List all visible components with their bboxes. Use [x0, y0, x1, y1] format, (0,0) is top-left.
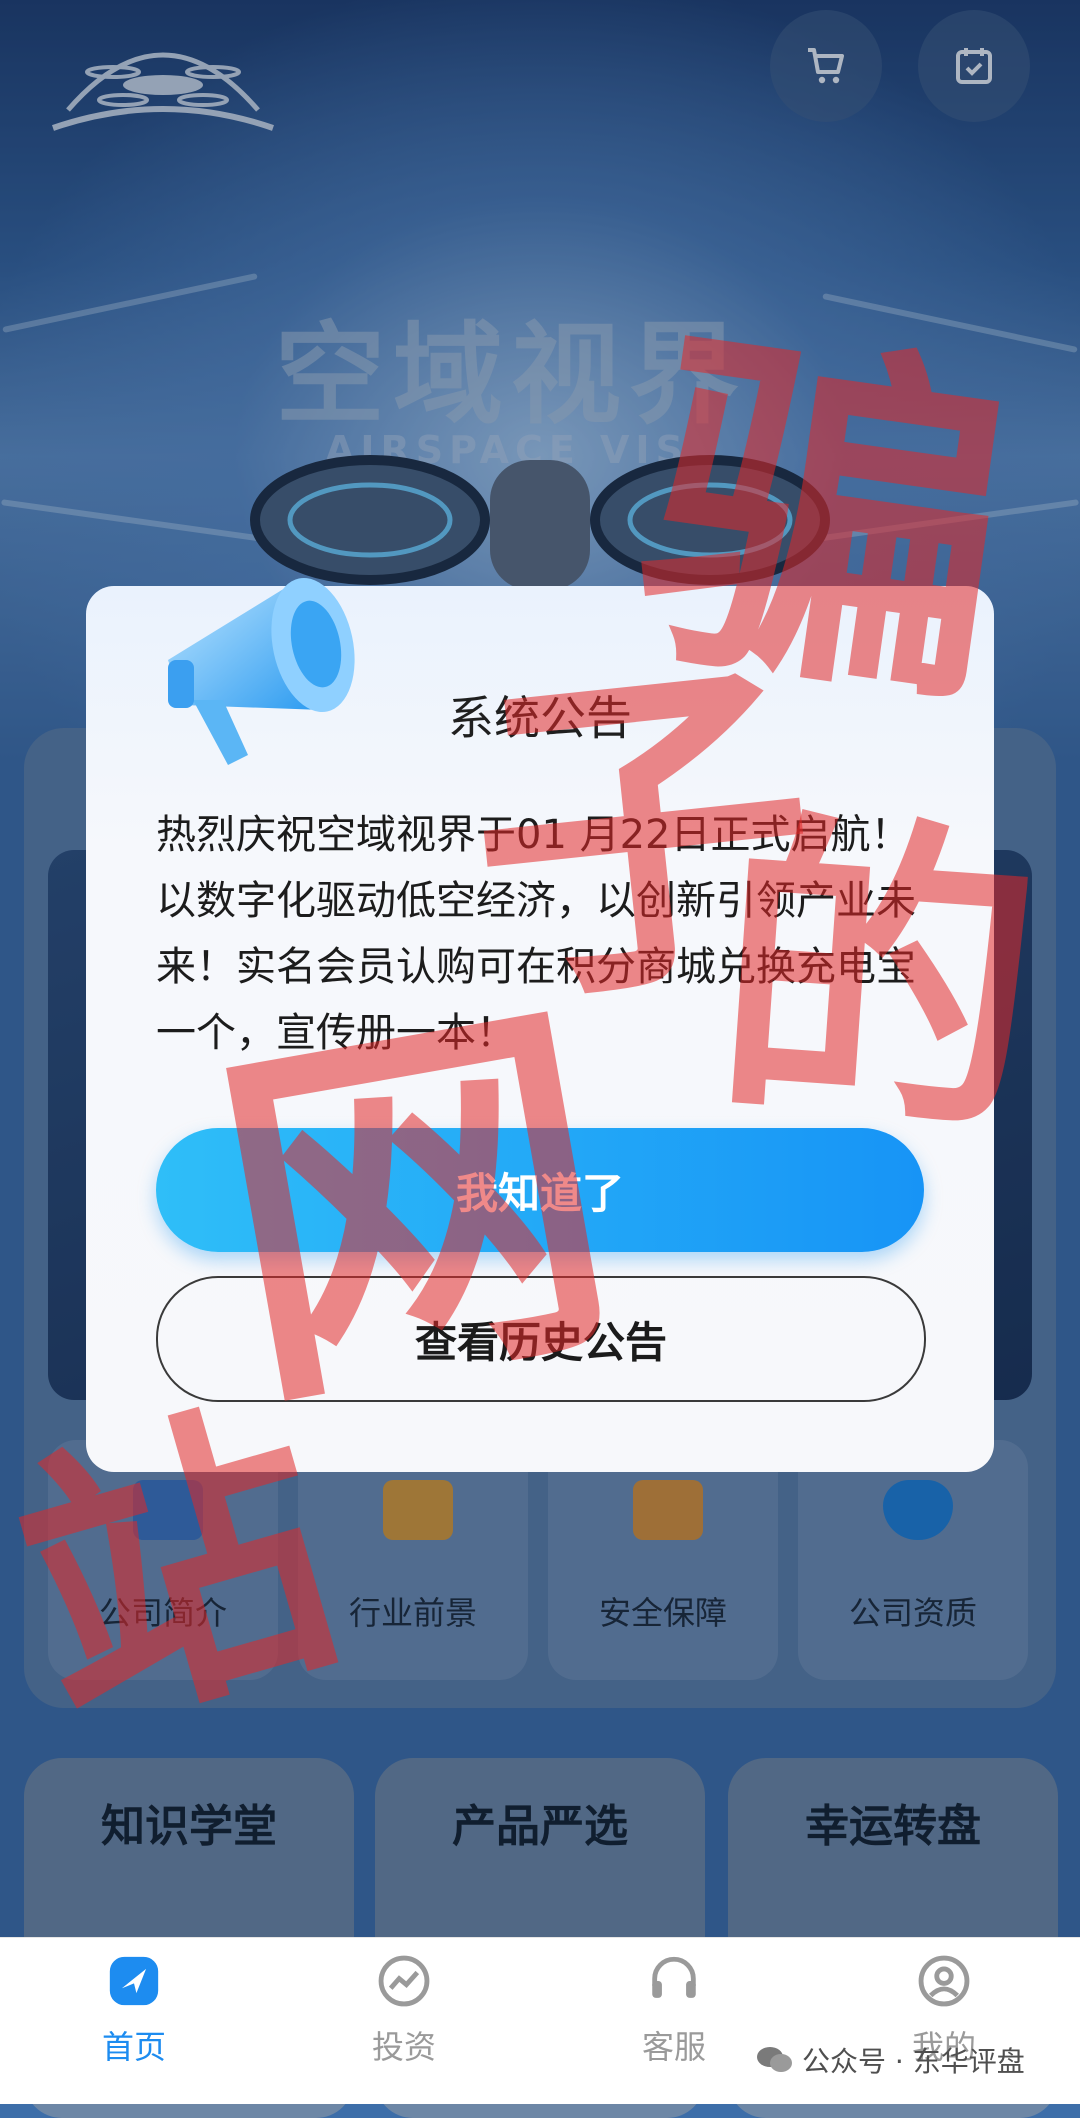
- tab-home[interactable]: 首页: [44, 1952, 224, 2092]
- history-announcements-button[interactable]: 查看历史公告: [156, 1276, 926, 1402]
- tab-support[interactable]: 客服: [584, 1952, 764, 2092]
- invest-icon: [378, 1955, 430, 2007]
- home-icon: [109, 1956, 159, 2006]
- acknowledge-button[interactable]: 我知道了: [156, 1128, 924, 1252]
- user-icon: [918, 1955, 970, 2007]
- headset-icon: [652, 1956, 696, 1998]
- tab-invest[interactable]: 投资: [314, 1952, 494, 2092]
- watermark: 公众号 · 东华评盘: [756, 2040, 1025, 2080]
- tab-label: 客服: [641, 2028, 706, 2066]
- tab-label: 投资: [371, 2028, 436, 2066]
- watermark-text: 公众号 · 东华评盘: [802, 2045, 1025, 2078]
- tab-label: 首页: [101, 2028, 166, 2066]
- modal-body: 热烈庆祝空域视界于01 月22日正式启航！ 以数字化驱动低空经济，以创新引领产业…: [156, 812, 916, 1056]
- megaphone-icon: [168, 577, 355, 765]
- wechat-icon: [757, 2047, 792, 2072]
